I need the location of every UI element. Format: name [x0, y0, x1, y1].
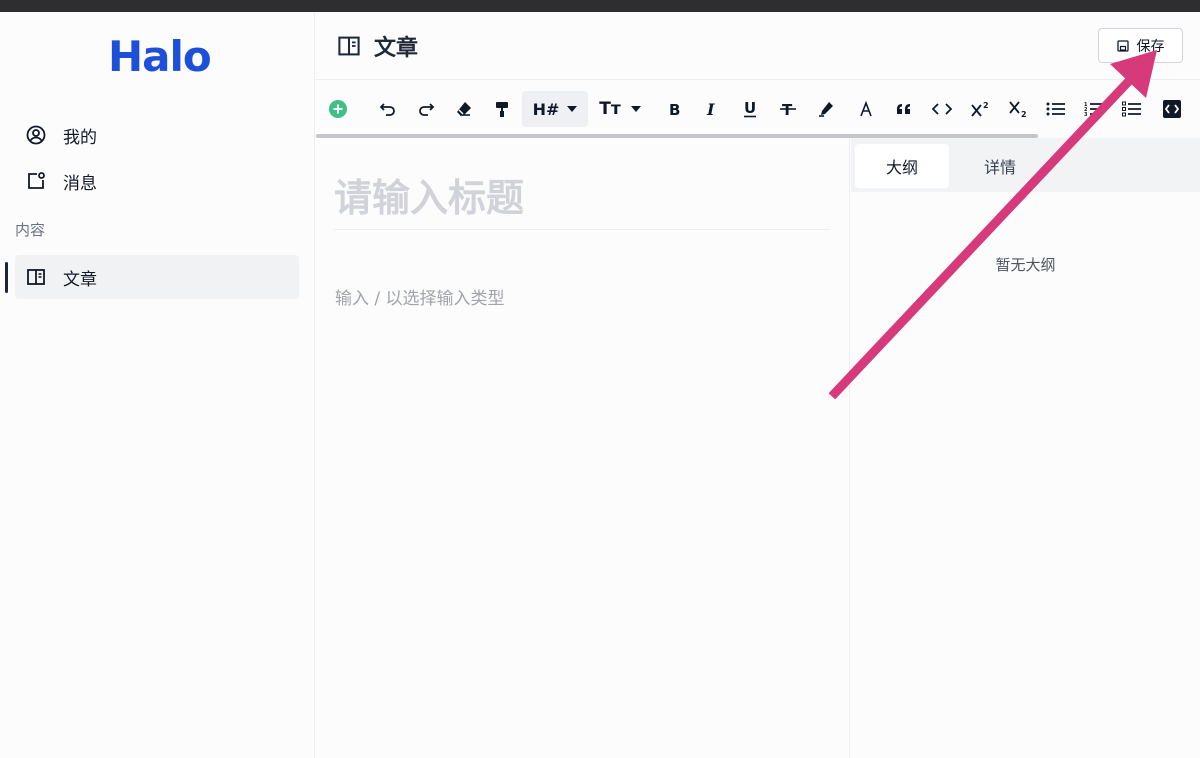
- sidebar-item-label: 消息: [63, 173, 97, 194]
- tab-label: 大纲: [885, 158, 918, 177]
- tab-details[interactable]: 详情: [953, 144, 1047, 188]
- add-icon[interactable]: [326, 91, 350, 127]
- book-icon: [336, 33, 362, 59]
- svg-text:I: I: [706, 101, 715, 117]
- undo-icon[interactable]: [376, 91, 400, 127]
- svg-text:B: B: [669, 101, 680, 117]
- side-panel: 大纲 详情 暂无大纲: [851, 138, 1200, 758]
- page-header: 文章 保存: [316, 12, 1200, 80]
- sidebar-item-messages[interactable]: 消息: [15, 159, 299, 203]
- code-block-icon[interactable]: [1158, 91, 1186, 127]
- editor-toolbar: H# Tт B I U T 2 2 123: [316, 81, 1200, 137]
- tab-outline[interactable]: 大纲: [855, 144, 949, 188]
- sidebar-item-label: 文章: [63, 269, 97, 290]
- chevron-down-icon: [630, 106, 641, 112]
- format-painter-icon[interactable]: [490, 91, 514, 127]
- user-circle-icon: [25, 124, 47, 146]
- sidebar: Halo 我的 消息 内容 文章: [0, 12, 315, 758]
- subscript-icon[interactable]: 2: [1006, 91, 1030, 127]
- halo-logo[interactable]: Halo: [108, 32, 212, 81]
- window-top-strip: [0, 0, 1200, 12]
- sidebar-group-label: 内容: [15, 221, 46, 239]
- title-input[interactable]: [334, 166, 830, 230]
- task-list-icon[interactable]: [1120, 91, 1144, 127]
- sidebar-item-label: 我的: [63, 127, 97, 148]
- active-indicator: [5, 262, 8, 293]
- code-icon[interactable]: [930, 91, 954, 127]
- bold-icon[interactable]: B: [662, 91, 686, 127]
- page-title: 文章: [336, 30, 418, 62]
- font-size-icon[interactable]: Tт: [596, 91, 644, 127]
- svg-text:3: 3: [1084, 112, 1088, 117]
- empty-outline-text: 暂无大纲: [995, 256, 1056, 274]
- save-button[interactable]: 保存: [1098, 28, 1183, 63]
- svg-text:2: 2: [983, 101, 989, 110]
- italic-icon[interactable]: I: [700, 91, 724, 127]
- underline-icon[interactable]: U: [738, 91, 762, 127]
- strikethrough-icon[interactable]: T: [776, 91, 800, 127]
- fontsize-label: Tт: [599, 99, 621, 119]
- book-icon: [25, 266, 47, 288]
- save-icon: [1116, 39, 1129, 52]
- panel-tabs: 大纲 详情: [851, 138, 1200, 192]
- tab-label: 详情: [983, 158, 1016, 177]
- notification-icon: [25, 170, 47, 192]
- save-button-label: 保存: [1136, 38, 1165, 55]
- sidebar-item-mine[interactable]: 我的: [15, 113, 299, 157]
- font-color-icon[interactable]: [854, 91, 878, 127]
- svg-text:2: 2: [1021, 110, 1027, 118]
- sidebar-item-posts[interactable]: 文章: [15, 255, 299, 299]
- heading-label: H#: [532, 99, 560, 119]
- ordered-list-icon[interactable]: 123: [1082, 91, 1106, 127]
- chevron-down-icon: [567, 106, 578, 112]
- page-title-text: 文章: [374, 36, 419, 61]
- superscript-icon[interactable]: 2: [968, 91, 992, 127]
- bullet-list-icon[interactable]: [1044, 91, 1068, 127]
- editor-area: 输入 / 以选择输入类型: [316, 138, 850, 758]
- redo-icon[interactable]: [414, 91, 438, 127]
- body-placeholder[interactable]: 输入 / 以选择输入类型: [335, 284, 505, 309]
- highlight-icon[interactable]: [814, 91, 838, 127]
- svg-text:U: U: [744, 100, 756, 117]
- quote-icon[interactable]: [892, 91, 916, 127]
- heading-icon[interactable]: H#: [522, 91, 588, 127]
- eraser-icon[interactable]: [452, 91, 476, 127]
